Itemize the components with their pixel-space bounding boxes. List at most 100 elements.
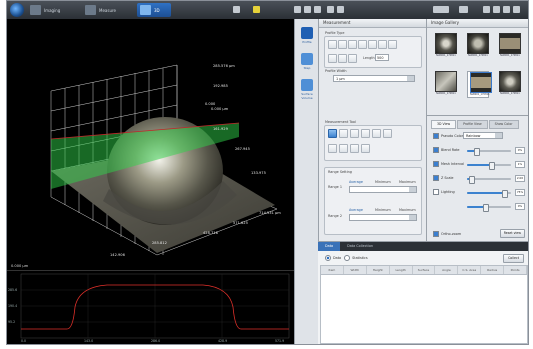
tool-circle-button[interactable] <box>361 129 370 138</box>
lighting-value[interactable]: 75% <box>515 189 525 196</box>
gallery-thumbnail[interactable]: NLB001_170811 <box>499 71 521 98</box>
app-window: Imaging Measure 3D 285.576 µm 192.985 0.… <box>6 0 529 345</box>
profile-circle-button[interactable] <box>358 40 367 49</box>
radio-data[interactable] <box>325 255 331 261</box>
status-readout: 0.000 µm <box>11 264 29 268</box>
eye-icon[interactable] <box>459 6 468 13</box>
help-icon[interactable] <box>513 6 520 13</box>
highlight-icon[interactable] <box>253 6 260 13</box>
settings-icon[interactable] <box>503 6 510 13</box>
axis-label: 0.000 <box>205 102 216 106</box>
tab-3d-view[interactable]: 3D View <box>431 120 457 129</box>
tab-data[interactable]: Data <box>318 242 341 251</box>
profile-width-select[interactable]: 1 µm <box>333 75 415 82</box>
3d-view[interactable]: 285.576 µm 192.985 0.000 161.929 0.000 µ… <box>7 19 294 270</box>
profile-edit-button[interactable] <box>348 54 357 63</box>
gallery-thumbnail[interactable]: NLB001_170811 <box>435 71 457 98</box>
axis-label: 285.576 µm <box>213 64 235 68</box>
tool-wave-button[interactable] <box>328 129 337 138</box>
profile-line-button[interactable] <box>328 40 337 49</box>
mesh-interval-slider[interactable] <box>467 162 511 170</box>
profile-vertical-button[interactable] <box>348 40 357 49</box>
chevron-down-icon <box>495 133 502 138</box>
layout-icon[interactable] <box>433 6 449 13</box>
tab-imaging[interactable]: Imaging <box>27 3 61 17</box>
gallery-thumbnail[interactable]: NLB001_170811 <box>499 33 521 60</box>
range-2-select[interactable] <box>349 214 417 221</box>
column-header[interactable]: Surface length <box>413 266 436 280</box>
column-header[interactable]: Angle <box>435 266 459 274</box>
tool-area-button[interactable] <box>339 144 348 153</box>
column-header[interactable]: Points <box>504 266 528 274</box>
profile-polyline-button[interactable] <box>378 40 387 49</box>
profile-parallel-button[interactable] <box>328 54 337 63</box>
extra-value[interactable]: 0% <box>515 203 525 210</box>
tool-slope-button[interactable] <box>328 144 337 153</box>
tool-angle-button[interactable] <box>383 129 392 138</box>
new-file-icon[interactable] <box>304 6 311 13</box>
gallery-thumbnail[interactable]: NLB001_170811 <box>467 71 492 98</box>
range-row-label: Range 1 <box>328 185 342 189</box>
column-header[interactable]: Width <box>344 266 367 274</box>
grid-icon[interactable] <box>493 6 500 13</box>
tool-peak-button[interactable] <box>350 129 359 138</box>
tab-profile-view[interactable]: Profile View <box>457 120 488 129</box>
save-icon[interactable] <box>294 6 301 13</box>
column-header[interactable]: Radius <box>481 266 505 274</box>
delete-icon[interactable] <box>314 6 321 13</box>
pseudo-color-checkbox[interactable] <box>433 133 439 139</box>
tool-point-button[interactable] <box>372 129 381 138</box>
sidebar-item-surface-volume[interactable]: Surface Volume <box>298 79 316 100</box>
axis-label: 0.000 µm <box>211 107 229 111</box>
blend-rate-slider[interactable] <box>467 148 511 156</box>
tool-vertical-button[interactable] <box>361 144 370 153</box>
z-scale-checkbox[interactable] <box>433 175 439 181</box>
axis-label: 161.929 <box>213 127 228 131</box>
column-header[interactable]: C.S. Area <box>458 266 482 274</box>
view-icon[interactable] <box>233 6 240 13</box>
tab-measure[interactable]: Measure <box>82 3 116 17</box>
range-1-select[interactable] <box>349 186 417 193</box>
gallery-thumbnail[interactable]: NLB001_170811 <box>435 33 457 60</box>
blend-rate-value[interactable]: 0% <box>515 147 525 154</box>
measurement-tool-group <box>324 125 422 161</box>
profile-free-button[interactable] <box>388 40 397 49</box>
sidebar-item-step[interactable]: Step <box>298 53 316 70</box>
profile-arc-button[interactable] <box>368 40 377 49</box>
profile-chart[interactable]: 285.6 190.4 95.2 0.0 143.0 286.0 428.9 5… <box>7 270 294 344</box>
chevron-down-icon <box>407 76 414 81</box>
profile-perpendicular-button[interactable] <box>338 54 347 63</box>
pseudo-color-row: Pseudo Color <box>433 133 463 139</box>
lighting-checkbox[interactable] <box>433 189 439 195</box>
collect-button[interactable]: Collect <box>503 254 524 263</box>
column-header[interactable]: Length <box>390 266 413 274</box>
tool-line-button[interactable] <box>350 144 359 153</box>
tab-show-color[interactable]: Show Color <box>488 120 519 129</box>
app-logo-icon <box>10 3 24 17</box>
z-scale-slider[interactable] <box>467 176 511 184</box>
x-tick-label: 571.9 <box>275 339 285 343</box>
gallery-thumbnail[interactable]: NLB001_170811 <box>467 33 489 60</box>
ortho-zoom-checkbox[interactable] <box>433 231 439 237</box>
extra-slider[interactable] <box>467 204 511 212</box>
column-header[interactable]: Item <box>321 266 344 274</box>
z-scale-value[interactable]: 2.00 <box>515 175 525 182</box>
undo-icon[interactable] <box>327 6 334 13</box>
reset-view-button[interactable]: Reset view <box>499 229 525 238</box>
tab-3d[interactable]: 3D <box>137 3 171 17</box>
tool-step-button[interactable] <box>339 129 348 138</box>
tab-data-collection[interactable]: Data Collection <box>340 242 380 251</box>
mesh-interval-value[interactable]: 1% <box>515 161 525 168</box>
axis-label: 428.718 <box>203 231 218 235</box>
lighting-slider[interactable] <box>467 190 511 198</box>
report-icon[interactable] <box>483 6 490 13</box>
length-input[interactable]: 500 <box>375 54 389 61</box>
column-header[interactable]: Height <box>367 266 390 274</box>
blend-rate-checkbox[interactable] <box>433 147 439 153</box>
mesh-interval-checkbox[interactable] <box>433 161 439 167</box>
redo-icon[interactable] <box>337 6 344 13</box>
radio-statistics[interactable] <box>344 255 351 261</box>
sidebar-item-profile[interactable]: Profile <box>298 27 316 44</box>
profile-horizontal-button[interactable] <box>338 40 347 49</box>
pseudo-color-select[interactable]: Rainbow <box>463 132 503 139</box>
